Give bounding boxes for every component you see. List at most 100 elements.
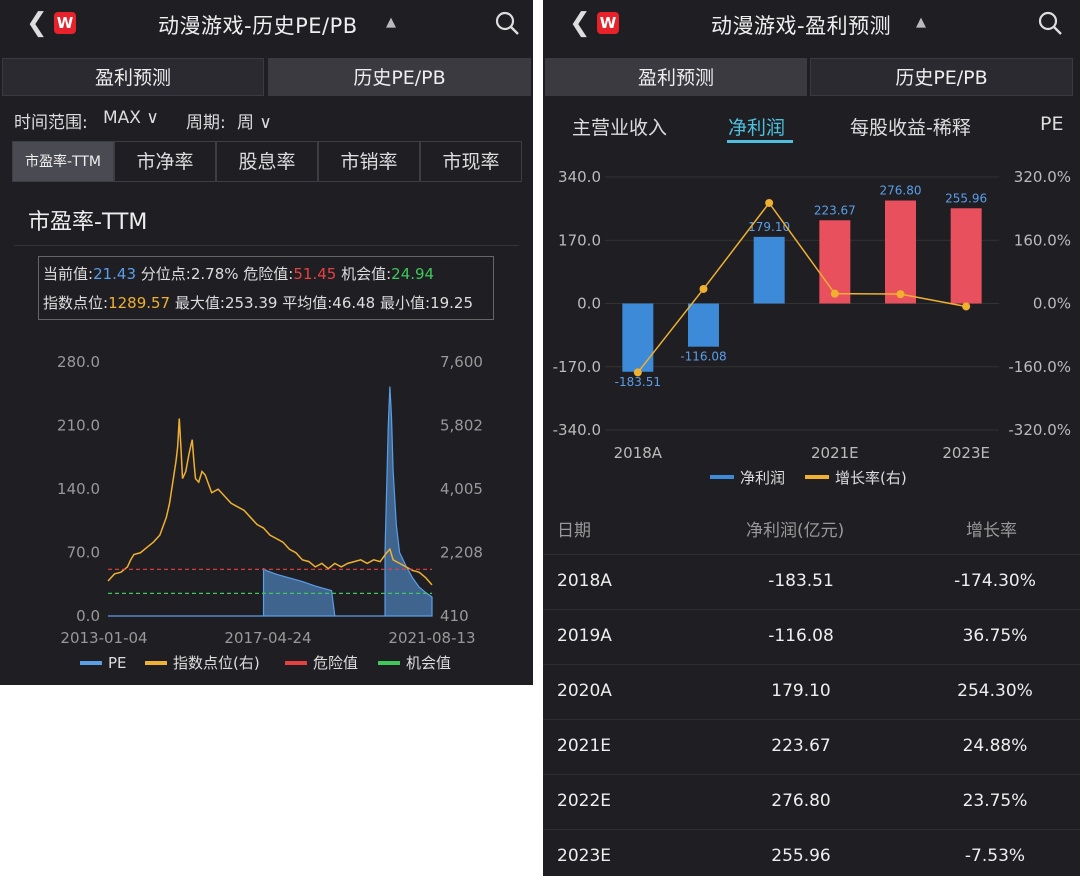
bar-2022E — [885, 200, 916, 304]
back-icon[interactable]: ❮ — [26, 8, 48, 38]
tab-pb[interactable]: 市净率 — [114, 141, 216, 182]
cell-date: 2020A — [557, 681, 612, 701]
stats-row-2: 指数点位:1289.57 最大值:253.39 平均值:46.48 最小值:19… — [43, 294, 474, 312]
current-value: 21.43 — [93, 265, 137, 283]
subtab-pe[interactable]: PE — [1040, 113, 1063, 135]
legend-label: 增长率(右) — [835, 469, 907, 487]
y-left-tick: 70.0 — [67, 544, 100, 562]
x-tick: 2023E — [942, 444, 990, 462]
y-right-tick: 320.0% — [1014, 168, 1071, 186]
title-dropdown-icon[interactable]: ▲ — [386, 15, 396, 30]
legend-swatch — [710, 475, 734, 479]
y-right-tick: 4,005 — [440, 480, 483, 498]
search-icon[interactable] — [494, 10, 520, 36]
growth-point — [962, 302, 971, 311]
divider — [14, 245, 519, 246]
avg-value: 46.48 — [332, 294, 376, 312]
tab-pe-ttm[interactable]: 市盈率-TTM — [12, 141, 114, 182]
bar-value-label: 223.67 — [814, 203, 856, 217]
app-logo-icon: W — [54, 12, 76, 34]
table-row: 2022E 276.80 23.75% — [543, 774, 1080, 829]
y-right-tick: 2,208 — [440, 544, 483, 562]
y-right-tick: 7,600 — [440, 353, 483, 371]
legend-swatch — [285, 661, 307, 665]
y-left-tick: 0.0 — [577, 295, 601, 313]
y-left-tick: 170.0 — [558, 231, 601, 249]
cell-net-profit: -116.08 — [768, 626, 834, 646]
bar-2020A — [753, 236, 785, 304]
subtab-eps-diluted[interactable]: 每股收益-稀释 — [850, 113, 971, 140]
stats-box: 当前值:21.43 分位点:2.78% 危险值:51.45 机会值:24.94 … — [38, 256, 494, 320]
legend-label: 净利润 — [740, 469, 785, 487]
percentile-value: 2.78% — [190, 265, 239, 283]
index-series-line — [107, 418, 433, 586]
cell-date: 2018A — [557, 571, 612, 591]
cell-date: 2019A — [557, 626, 612, 646]
table-header-net-profit: 净利润(亿元) — [746, 521, 845, 541]
legend-label: 危险值 — [313, 654, 358, 672]
y-left-tick: 340.0 — [558, 168, 601, 186]
bar-2018A — [622, 303, 654, 372]
danger-value: 51.45 — [293, 265, 337, 283]
growth-point — [633, 368, 642, 377]
cell-growth: -174.30% — [954, 571, 1036, 591]
x-tick: 2021E — [811, 444, 859, 462]
title-dropdown-icon[interactable]: ▲ — [916, 15, 926, 30]
tab-pcf[interactable]: 市现率 — [420, 141, 522, 182]
cell-net-profit: -183.51 — [768, 571, 834, 591]
cell-growth: -7.53% — [964, 846, 1026, 866]
growth-point — [699, 284, 708, 293]
back-icon[interactable]: ❮ — [569, 8, 591, 38]
stats-row-1: 当前值:21.43 分位点:2.78% 危险值:51.45 机会值:24.94 — [43, 265, 435, 283]
cell-growth: 36.75% — [962, 626, 1028, 646]
growth-point — [765, 198, 774, 207]
y-right-tick: 5,802 — [440, 417, 483, 435]
legend-label: PE — [108, 654, 127, 672]
tab-profit-forecast[interactable]: 盈利预测 — [2, 58, 264, 96]
tab-dividend-yield[interactable]: 股息率 — [216, 141, 318, 182]
legend-label: 机会值 — [406, 654, 451, 672]
y-left-tick: -170.0 — [553, 358, 601, 376]
bar-2019A — [688, 303, 719, 347]
range-select[interactable]: MAX ∨ — [103, 108, 159, 128]
legend-label: 指数点位(右) — [173, 654, 260, 672]
y-left-tick: 210.0 — [57, 417, 100, 435]
cell-growth: 24.88% — [962, 736, 1028, 756]
pe-history-chart: 280.0 210.0 140.0 70.0 0.0 7,600 5,802 4,005 2,2… — [57, 353, 483, 672]
period-select[interactable]: 周 ∨ — [237, 108, 272, 133]
subtab-revenue[interactable]: 主营业收入 — [572, 113, 667, 140]
index-value: 1289.57 — [108, 294, 171, 312]
tab-ps[interactable]: 市销率 — [318, 141, 420, 182]
bar-value-label: 276.80 — [880, 184, 922, 198]
cell-net-profit: 255.96 — [771, 846, 831, 866]
cell-growth: 254.30% — [957, 681, 1033, 701]
x-tick: 2013-01-04 — [60, 629, 147, 647]
subtab-net-profit[interactable]: 净利润 — [728, 113, 785, 140]
tab-profit-forecast[interactable]: 盈利预测 — [545, 58, 807, 96]
tab-history-pepb[interactable]: 历史PE/PB — [268, 58, 531, 96]
left-screen: ❮ W 动漫游戏-历史PE/PB ▲ 盈利预测 历史PE/PB 时间范围: MA… — [0, 0, 533, 685]
cell-date: 2022E — [557, 791, 612, 811]
x-tick: 2017-04-24 — [224, 629, 311, 647]
bar-value-label: -183.51 — [615, 375, 661, 389]
tab-history-pepb[interactable]: 历史PE/PB — [810, 58, 1073, 96]
search-icon[interactable] — [1037, 10, 1063, 36]
max-value: 253.39 — [224, 294, 278, 312]
legend-swatch — [145, 661, 167, 665]
cell-date: 2021E — [557, 736, 612, 756]
y-left-tick: 0.0 — [76, 607, 100, 625]
y-left-tick: 280.0 — [57, 353, 100, 371]
net-profit-chart: 340.0 170.0 0.0 -170.0 -340.0 320.0% 160.0% 0.0… — [553, 168, 1071, 487]
y-left-tick: 140.0 — [57, 480, 100, 498]
table-row: 2020A 179.10 254.30% — [543, 664, 1080, 719]
chance-value: 24.94 — [391, 265, 435, 283]
cell-growth: 23.75% — [962, 791, 1028, 811]
y-right-tick: -320.0% — [1008, 421, 1071, 439]
pe-series-area — [108, 386, 433, 617]
bar-2023E — [950, 208, 982, 304]
growth-point — [830, 289, 839, 298]
x-tick: 2021-08-13 — [388, 629, 475, 647]
range-label: 时间范围: — [14, 113, 88, 133]
table-row: 2021E 223.67 24.88% — [543, 719, 1080, 774]
section-title: 市盈率-TTM — [28, 210, 148, 235]
